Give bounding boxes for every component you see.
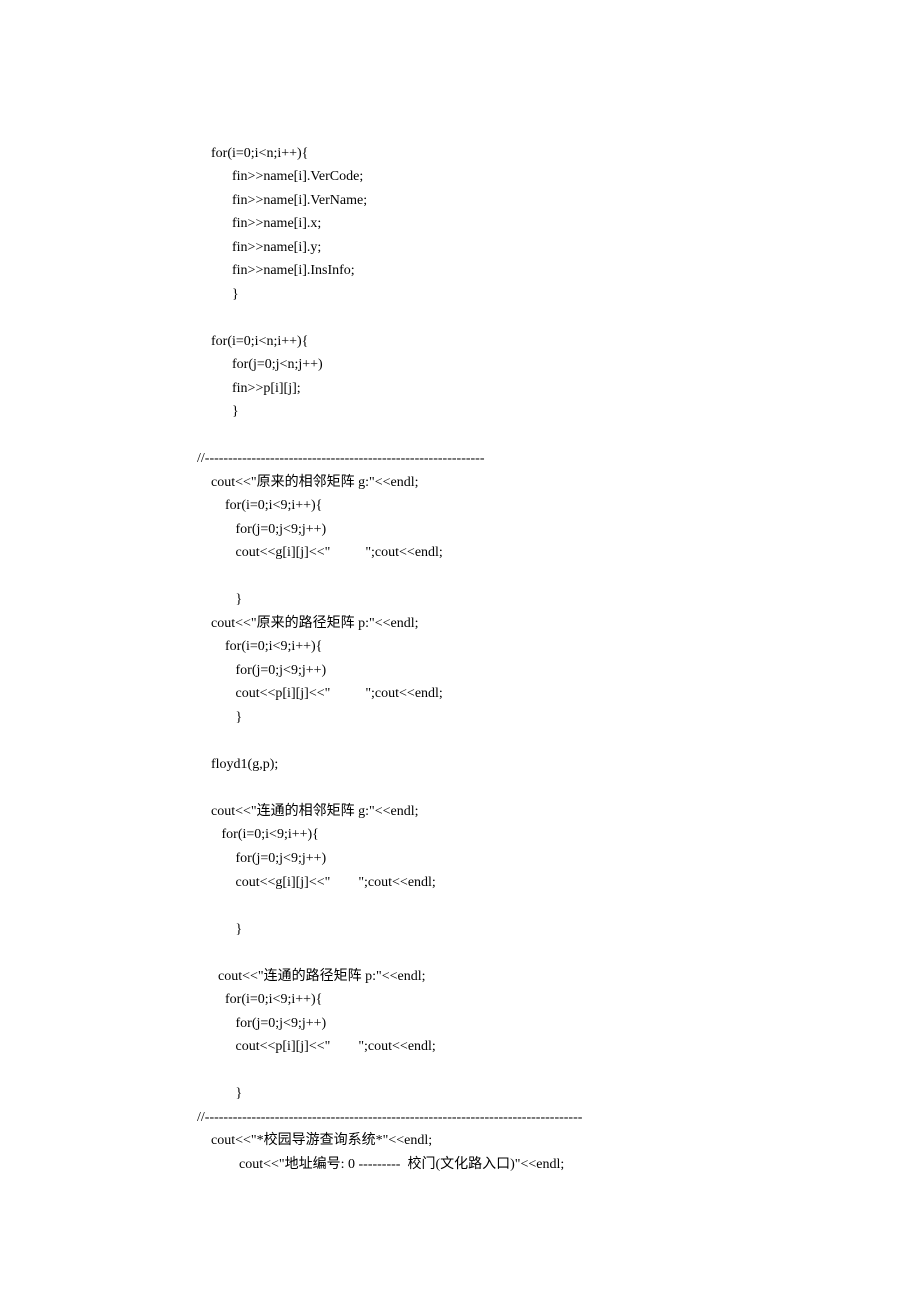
code-line: fin>>name[i].InsInfo;	[197, 263, 355, 278]
code-line: for(j=0;j<9;j++)	[197, 522, 326, 537]
code-page: for(i=0;i<n;i++){ fin>>name[i].VerCode; …	[0, 0, 920, 1302]
code-line: fin>>name[i].VerCode;	[197, 169, 363, 184]
code-line: }	[197, 922, 242, 937]
code-line: for(j=0;j<9;j++)	[197, 851, 326, 866]
code-line: cout<<"连通的路径矩阵 p:"<<endl;	[197, 969, 426, 984]
code-line: }	[197, 1086, 242, 1101]
code-line: }	[197, 404, 239, 419]
code-line: fin>>name[i].y;	[197, 240, 321, 255]
code-line: for(i=0;i<9;i++){	[197, 992, 322, 1007]
code-line: for(i=0;i<n;i++){	[197, 146, 308, 161]
code-line: for(j=0;j<n;j++)	[197, 357, 323, 372]
code-line: cout<<"地址编号: 0 --------- 校门(文化路入口)"<<end…	[197, 1157, 564, 1172]
code-line: fin>>name[i].VerName;	[197, 193, 367, 208]
code-line: fin>>name[i].x;	[197, 216, 321, 231]
code-line: cout<<p[i][j]<<" ";cout<<endl;	[197, 686, 443, 701]
code-line: for(j=0;j<9;j++)	[197, 663, 326, 678]
code-line: for(i=0;i<n;i++){	[197, 334, 308, 349]
code-line: //--------------------------------------…	[197, 451, 485, 466]
code-line: for(i=0;i<9;i++){	[197, 639, 322, 654]
code-line: for(i=0;i<9;i++){	[197, 498, 322, 513]
code-line: cout<<"原来的相邻矩阵 g:"<<endl;	[197, 475, 419, 490]
code-line: cout<<p[i][j]<<" ";cout<<endl;	[197, 1039, 436, 1054]
code-line: floyd1(g,p);	[197, 757, 278, 772]
code-line: cout<<"原来的路径矩阵 p:"<<endl;	[197, 616, 419, 631]
code-line: cout<<"*校园导游查询系统*"<<endl;	[197, 1133, 432, 1148]
code-line: cout<<g[i][j]<<" ";cout<<endl;	[197, 875, 436, 890]
code-line: cout<<g[i][j]<<" ";cout<<endl;	[197, 545, 443, 560]
code-line: }	[197, 710, 242, 725]
code-line: cout<<"连通的相邻矩阵 g:"<<endl;	[197, 804, 419, 819]
code-line: for(i=0;i<9;i++){	[197, 827, 319, 842]
code-line: }	[197, 287, 239, 302]
code-line: //--------------------------------------…	[197, 1110, 582, 1125]
code-line: fin>>p[i][j];	[197, 381, 301, 396]
code-line: for(j=0;j<9;j++)	[197, 1016, 326, 1031]
code-line: }	[197, 592, 242, 607]
